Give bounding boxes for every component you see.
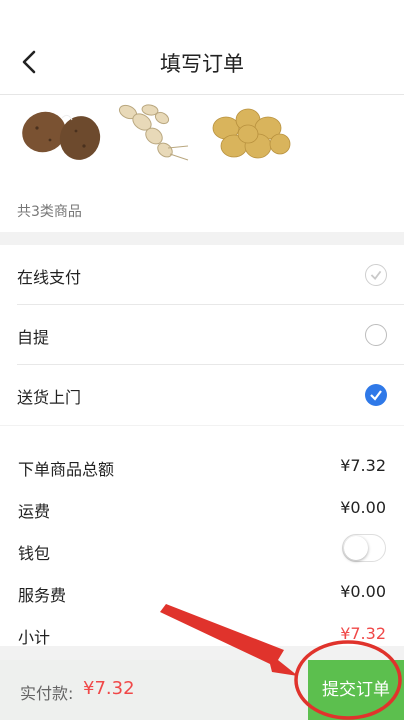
- summary-value: ¥7.32: [340, 456, 386, 475]
- wallet-toggle[interactable]: [342, 534, 386, 562]
- pay-amount: ¥7.32: [83, 678, 135, 699]
- delivery-options: 在线支付 自提 送货上门: [0, 245, 404, 425]
- radio-empty-icon[interactable]: [365, 324, 387, 346]
- option-home-delivery[interactable]: 送货上门: [0, 365, 404, 425]
- summary-value: ¥0.00: [340, 498, 386, 517]
- summary-row-service: 服务费 ¥0.00: [0, 572, 404, 614]
- pay-label: 实付款:: [20, 684, 74, 703]
- potato-thumbnail: [22, 111, 101, 160]
- product-count: 共3类商品: [17, 204, 82, 220]
- order-summary: 下单商品总额 ¥7.32 运费 ¥0.00 钱包 服务费 ¥0.00 小计 ¥7…: [0, 426, 404, 647]
- summary-label: 钱包: [18, 544, 51, 563]
- summary-row-total: 下单商品总额 ¥7.32: [0, 446, 404, 488]
- summary-label: 运费: [18, 502, 51, 521]
- checkout-bar: 实付款: ¥7.32 提交订单: [0, 660, 404, 720]
- summary-label: 小计: [18, 628, 51, 647]
- option-label: 自提: [17, 328, 50, 347]
- check-selected-icon[interactable]: [365, 384, 387, 406]
- header-bar: 填写订单: [0, 0, 404, 95]
- summary-value: ¥0.00: [340, 582, 386, 601]
- page-title: 填写订单: [160, 52, 244, 76]
- summary-label: 服务费: [18, 586, 67, 605]
- summary-label: 下单商品总额: [18, 460, 115, 479]
- toggle-knob: [344, 536, 368, 560]
- product-section[interactable]: 共3类商品: [0, 95, 404, 232]
- yam-thumbnail: [118, 104, 189, 161]
- option-label: 送货上门: [17, 388, 82, 407]
- option-self-pickup[interactable]: 自提: [0, 305, 404, 365]
- check-icon[interactable]: [365, 264, 387, 286]
- subtotal-value: ¥7.32: [340, 624, 386, 643]
- option-label: 在线支付: [17, 268, 82, 287]
- option-online-pay[interactable]: 在线支付: [0, 245, 404, 305]
- summary-row-subtotal: 小计 ¥7.32: [0, 614, 404, 656]
- summary-row-wallet: 钱包: [0, 530, 404, 572]
- summary-row-shipping: 运费 ¥0.00: [0, 488, 404, 530]
- submit-order-button[interactable]: 提交订单: [308, 660, 404, 720]
- small-potatoes-thumbnail: [212, 108, 291, 159]
